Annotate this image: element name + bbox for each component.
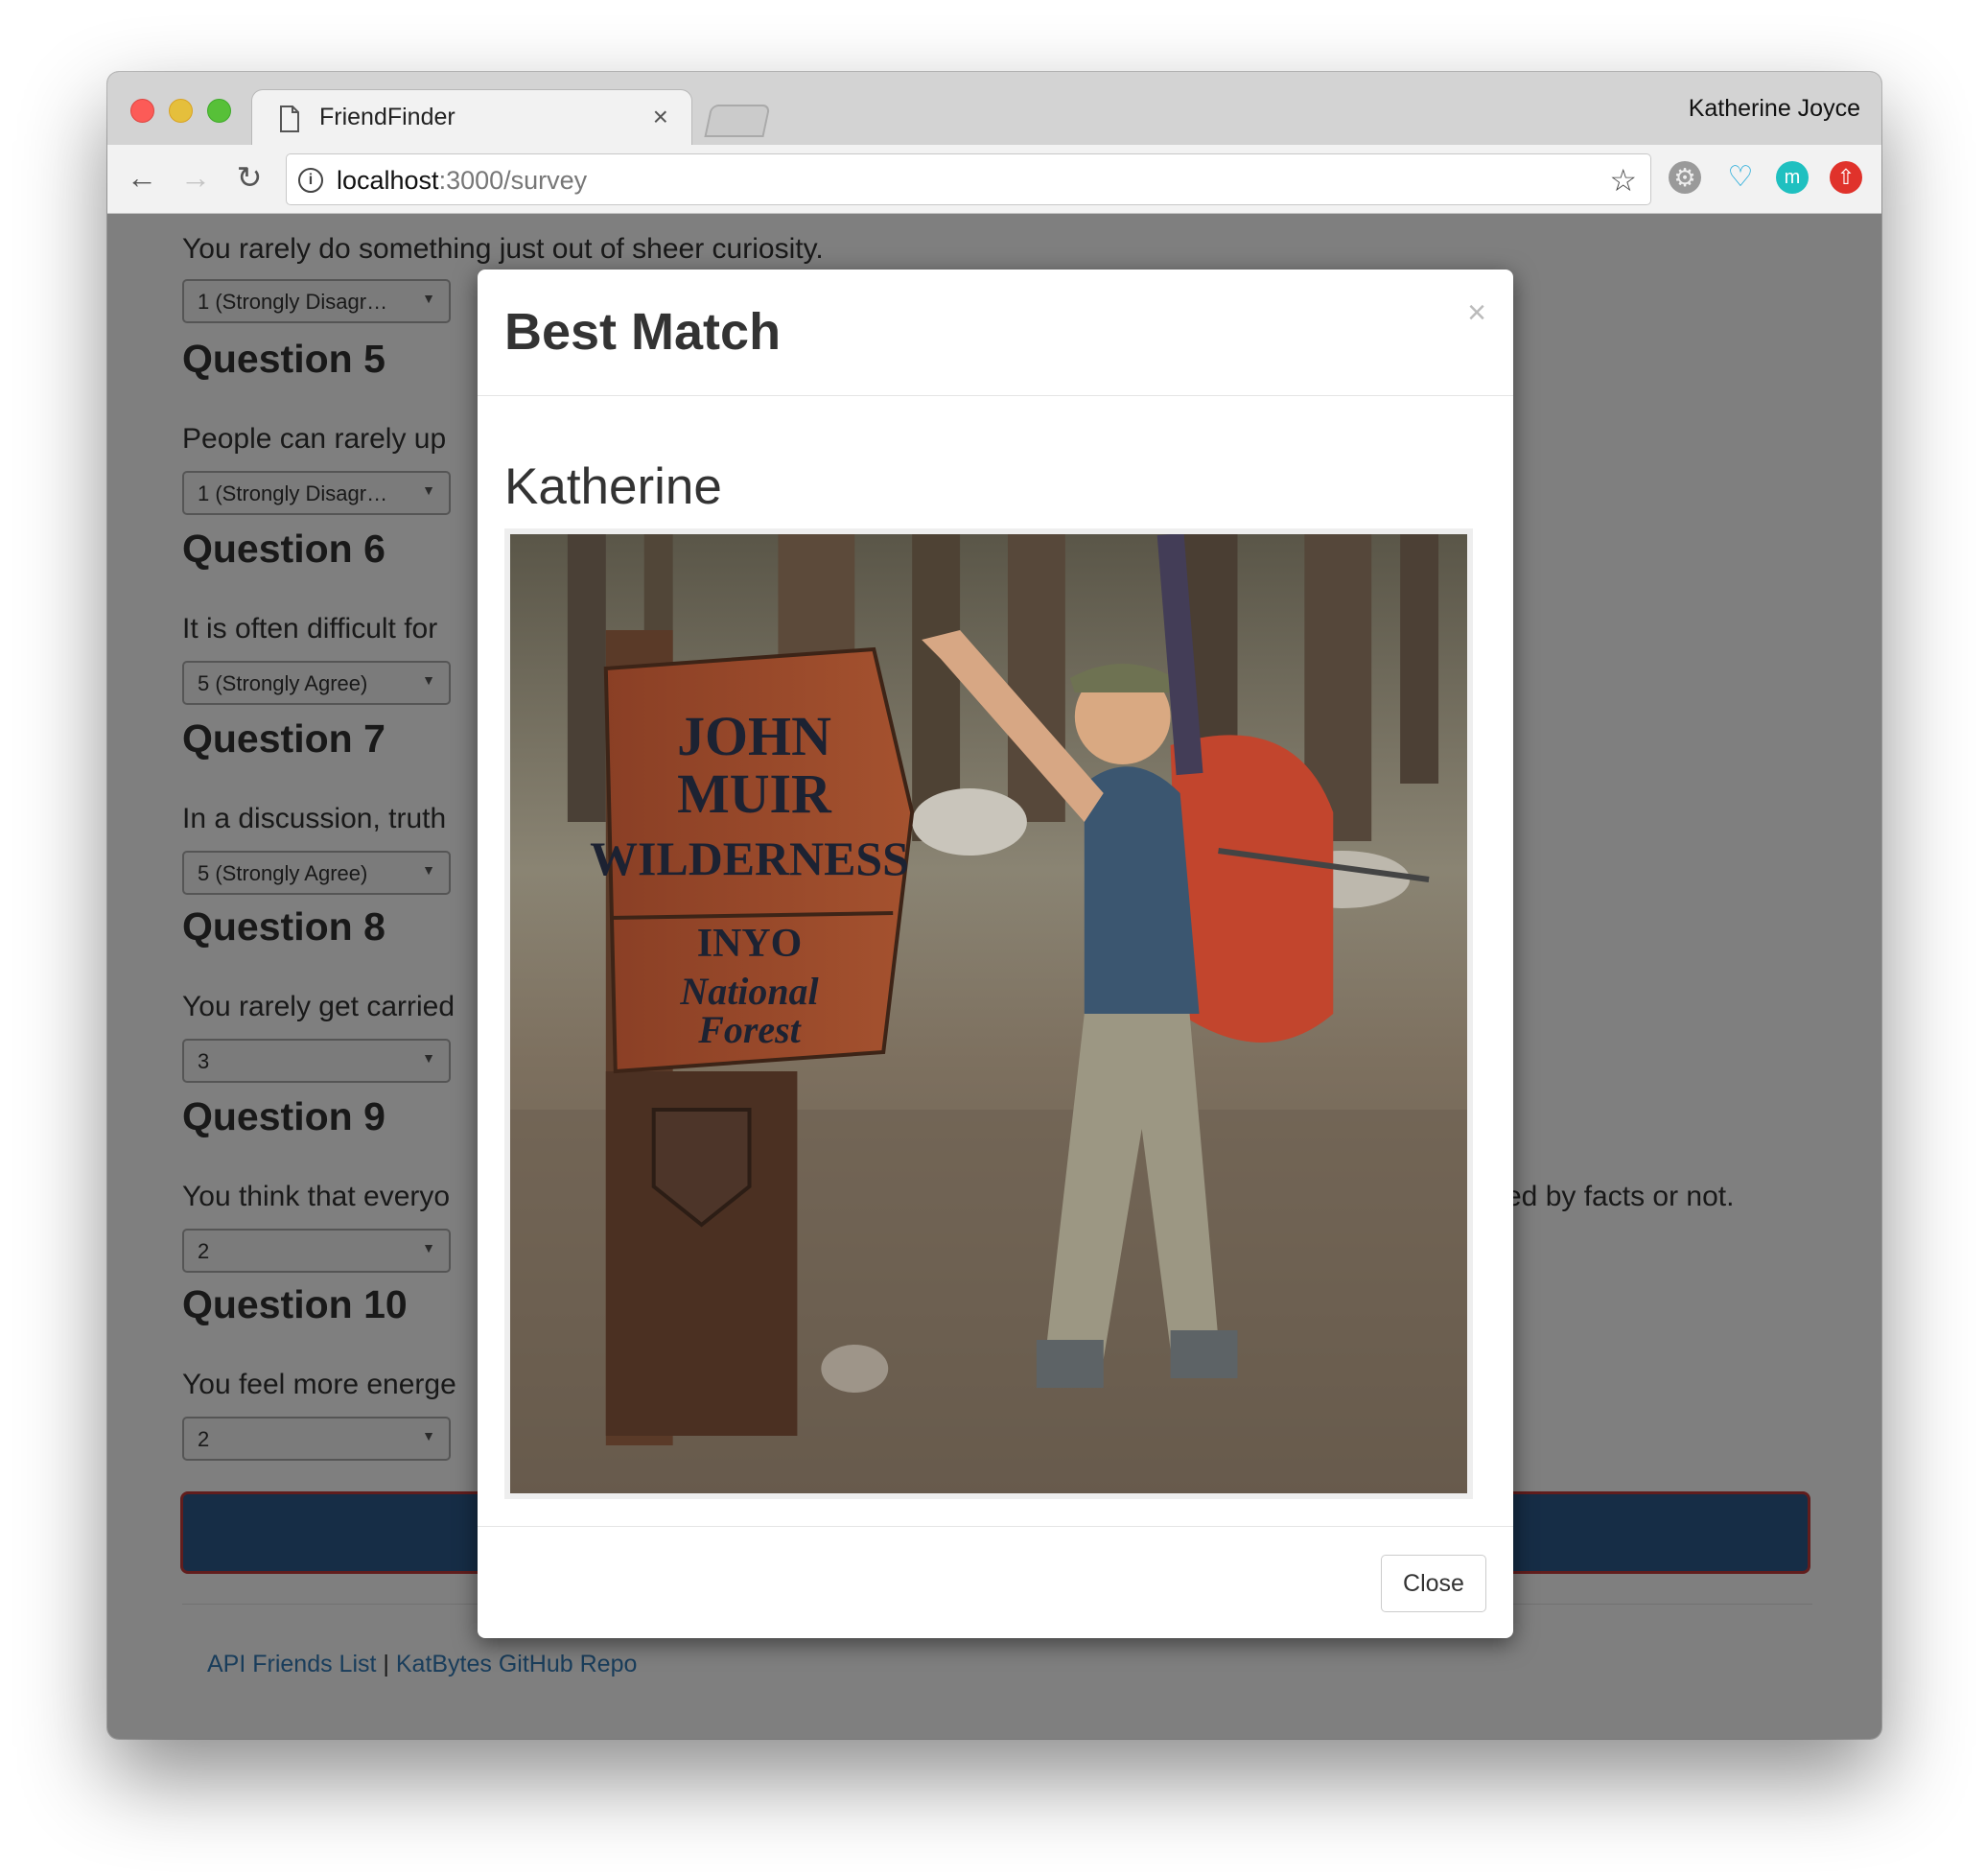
zoom-window-button[interactable]: [207, 99, 231, 123]
modal-title: Best Match: [504, 303, 782, 361]
new-tab-button[interactable]: [704, 105, 771, 137]
modal-footer-divider: [478, 1526, 1513, 1527]
hiker-photo: JOHN MUIR WILDERNESS INYO National Fores…: [510, 534, 1467, 1493]
svg-text:INYO: INYO: [697, 922, 802, 966]
back-icon[interactable]: ←: [125, 160, 159, 195]
url-path: :3000/survey: [438, 166, 588, 195]
gear-extension-icon[interactable]: ⚙: [1669, 161, 1701, 194]
best-match-modal: Best Match × Katherine JOHN MUIR WILDERN…: [478, 270, 1513, 1638]
info-icon[interactable]: i: [298, 168, 323, 193]
close-window-button[interactable]: [130, 99, 154, 123]
close-button[interactable]: Close: [1381, 1555, 1486, 1612]
url-host: localhost: [337, 166, 439, 195]
m-extension-icon[interactable]: m: [1776, 161, 1809, 194]
reload-icon[interactable]: ↻: [232, 160, 267, 195]
svg-text:WILDERNESS: WILDERNESS: [590, 832, 909, 885]
bookmark-star-icon[interactable]: ☆: [1609, 162, 1637, 199]
tab-close-icon[interactable]: ×: [653, 102, 668, 132]
url-text[interactable]: localhost:3000/survey: [337, 166, 587, 196]
match-photo: JOHN MUIR WILDERNESS INYO National Fores…: [504, 528, 1473, 1499]
modal-close-icon[interactable]: ×: [1467, 294, 1486, 332]
match-name: Katherine: [504, 458, 722, 515]
toolbar: ← → ↻ i localhost:3000/survey ☆ ⚙ ♡ m ⇧: [107, 145, 1881, 214]
svg-text:MUIR: MUIR: [677, 762, 832, 825]
svg-text:National: National: [679, 970, 819, 1013]
profile-name[interactable]: Katherine Joyce: [1689, 95, 1860, 123]
forward-icon[interactable]: →: [178, 160, 213, 195]
ghost-extension-icon[interactable]: ♡: [1724, 161, 1757, 194]
minimize-window-button[interactable]: [169, 99, 193, 123]
page-icon: [280, 106, 299, 132]
svg-text:Forest: Forest: [697, 1008, 802, 1051]
browser-window: FriendFinder × Katherine Joyce ← → ↻ i l…: [107, 72, 1881, 1739]
tab-friendfinder[interactable]: FriendFinder ×: [251, 89, 692, 145]
svg-text:JOHN: JOHN: [677, 705, 831, 767]
address-bar[interactable]: i localhost:3000/survey ☆: [286, 153, 1651, 205]
modal-header-divider: [478, 395, 1513, 396]
tab-bar: FriendFinder × Katherine Joyce: [107, 72, 1881, 145]
tab-title: FriendFinder: [319, 104, 455, 130]
upload-extension-icon[interactable]: ⇧: [1830, 161, 1862, 194]
